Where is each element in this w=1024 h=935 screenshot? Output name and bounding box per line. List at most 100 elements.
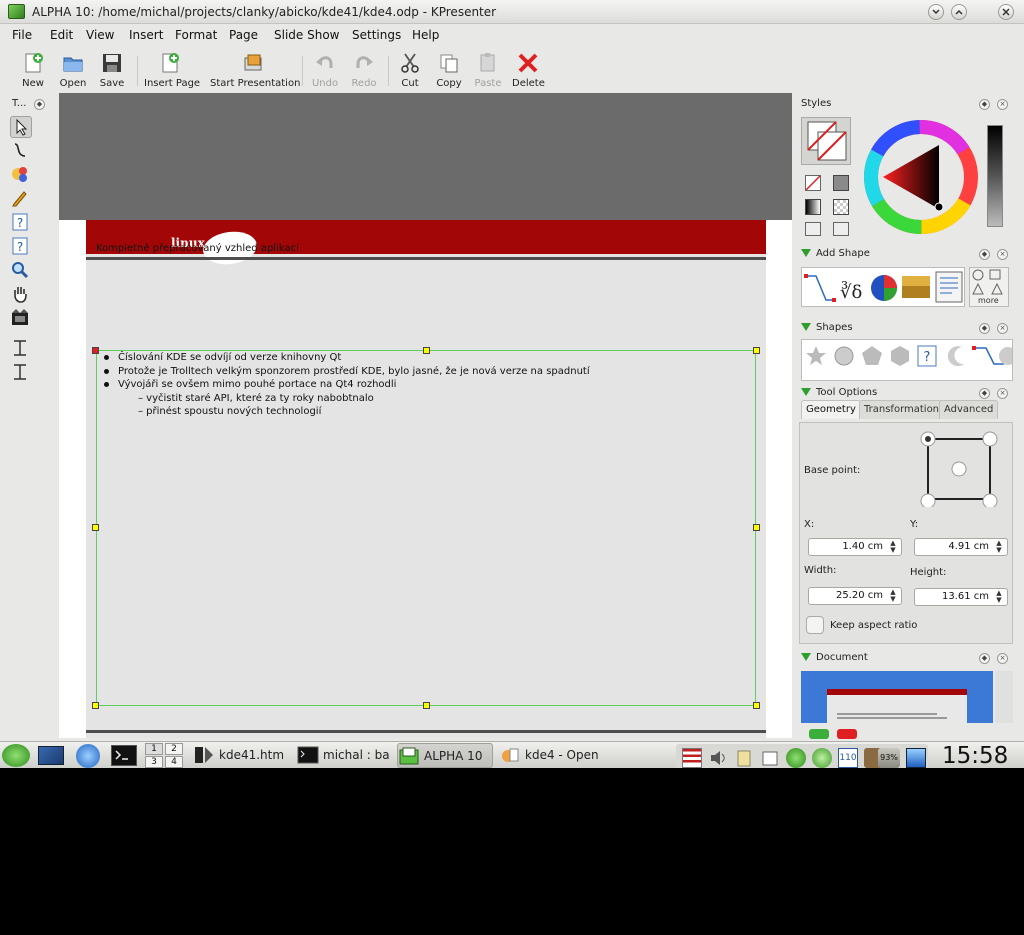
collapse-triangle-icon[interactable] bbox=[801, 388, 811, 396]
slide-thumbnail[interactable] bbox=[827, 689, 967, 723]
show-desktop-button[interactable] bbox=[38, 746, 64, 765]
tray-counter-badge[interactable]: 110 bbox=[838, 748, 858, 768]
text-shape[interactable] bbox=[935, 271, 963, 303]
collapse-triangle-icon[interactable] bbox=[801, 653, 811, 661]
spin-arrows-icon[interactable]: ▲ ▼ bbox=[994, 540, 1004, 554]
display-icon[interactable] bbox=[906, 748, 926, 768]
add-slide-button[interactable] bbox=[809, 729, 829, 739]
shapes-float-button[interactable]: ◆ bbox=[979, 323, 990, 334]
slide-thumbnail-list[interactable] bbox=[801, 671, 993, 723]
paste-button[interactable]: Paste bbox=[473, 52, 503, 92]
alpha-slider[interactable] bbox=[987, 125, 1003, 227]
pager-desktop-4[interactable]: 4 bbox=[165, 756, 183, 768]
styles-close-button[interactable]: × bbox=[997, 99, 1008, 110]
delete-button[interactable]: Delete bbox=[512, 52, 545, 92]
selection-frame[interactable] bbox=[96, 350, 756, 706]
base-point-center[interactable] bbox=[951, 461, 967, 477]
clock[interactable]: 15:58 bbox=[942, 743, 1008, 769]
resize-handle-top[interactable] bbox=[423, 347, 430, 354]
task-kde41-htm[interactable]: kde41.htm bbox=[193, 743, 289, 768]
resize-handle-top-right[interactable] bbox=[753, 347, 760, 354]
resize-handle-bottom-left[interactable] bbox=[92, 702, 99, 709]
menu-file[interactable]: File bbox=[12, 28, 32, 42]
resize-handle-bottom[interactable] bbox=[423, 702, 430, 709]
task-michal-terminal[interactable]: michal : ba bbox=[297, 743, 393, 768]
pager-desktop-2[interactable]: 2 bbox=[165, 743, 183, 755]
collapse-triangle-icon[interactable] bbox=[801, 249, 811, 257]
globe-icon[interactable] bbox=[76, 744, 100, 768]
document-scrollbar[interactable] bbox=[995, 671, 1013, 723]
spin-arrows-icon[interactable]: ▲ ▼ bbox=[994, 590, 1004, 604]
menu-view[interactable]: View bbox=[86, 28, 114, 42]
network-icon[interactable] bbox=[812, 748, 832, 768]
menu-page[interactable]: Page bbox=[229, 28, 258, 42]
maximize-button[interactable] bbox=[951, 4, 967, 20]
moon-shape[interactable] bbox=[947, 346, 964, 367]
add-shape-close-button[interactable]: × bbox=[997, 249, 1008, 260]
resize-handle-left[interactable] bbox=[92, 524, 99, 531]
flower-shape[interactable] bbox=[834, 346, 854, 366]
pie-shape[interactable] bbox=[999, 347, 1013, 365]
menu-edit[interactable]: Edit bbox=[50, 28, 73, 42]
base-point-bottom-left[interactable] bbox=[920, 493, 936, 507]
slide-title[interactable]: Kompletně přepracovaný vzhled aplikací bbox=[96, 243, 299, 254]
height-input[interactable]: 13.61 cm ▲ ▼ bbox=[914, 588, 1008, 606]
start-presentation-button[interactable]: Start Presentation bbox=[210, 52, 300, 92]
gradient-button[interactable] bbox=[805, 199, 821, 215]
select-tool[interactable] bbox=[10, 116, 32, 138]
color-wheel[interactable] bbox=[863, 119, 979, 235]
stroke-fill-swatch[interactable] bbox=[801, 117, 851, 165]
close-button[interactable] bbox=[998, 4, 1014, 20]
menu-settings[interactable]: Settings bbox=[352, 28, 401, 42]
width-input[interactable]: 25.20 cm ▲ ▼ bbox=[808, 587, 902, 605]
copy-button[interactable]: Copy bbox=[434, 52, 464, 92]
pencil-tool[interactable] bbox=[10, 188, 32, 210]
tab-advanced[interactable]: Advanced bbox=[939, 400, 999, 419]
kpresenter-app-icon[interactable] bbox=[8, 4, 25, 19]
slide[interactable]: linux xalt Kompletně přepracovaný vzhled… bbox=[86, 220, 766, 738]
dock-float-button[interactable]: ◆ bbox=[34, 99, 45, 110]
stroke-button[interactable] bbox=[805, 222, 821, 236]
insert-page-button[interactable]: Insert Page bbox=[144, 52, 200, 92]
pattern-button[interactable] bbox=[833, 199, 849, 215]
animation-tool[interactable] bbox=[10, 308, 32, 330]
task-openoffice[interactable]: kde4 - Open bbox=[499, 743, 599, 768]
tab-geometry[interactable]: Geometry bbox=[801, 400, 861, 419]
open-button[interactable]: Open bbox=[58, 52, 88, 92]
star-shape[interactable] bbox=[806, 346, 826, 365]
add-shape-float-button[interactable]: ◆ bbox=[979, 249, 990, 260]
no-color-button[interactable] bbox=[805, 175, 821, 191]
text-tool-2[interactable] bbox=[10, 362, 32, 384]
clipboard-icon[interactable] bbox=[734, 748, 754, 768]
chart-shape[interactable] bbox=[871, 275, 897, 301]
remove-slide-button[interactable] bbox=[837, 729, 857, 739]
styles-float-button[interactable]: ◆ bbox=[979, 99, 990, 110]
tool-options-close-button[interactable]: × bbox=[997, 388, 1008, 399]
base-point-top-right[interactable] bbox=[982, 431, 998, 447]
solid-color-button[interactable] bbox=[833, 175, 849, 191]
collapse-triangle-icon[interactable] bbox=[801, 323, 811, 331]
help-tool-2[interactable]: ? bbox=[10, 236, 32, 258]
connector-shape[interactable] bbox=[804, 274, 836, 302]
cut-button[interactable]: Cut bbox=[396, 52, 424, 92]
resize-handle-right[interactable] bbox=[753, 524, 760, 531]
menu-format[interactable]: Format bbox=[175, 28, 217, 42]
pager-desktop-3[interactable]: 3 bbox=[145, 756, 163, 768]
base-point-bottom-right[interactable] bbox=[982, 493, 998, 507]
path-tool[interactable] bbox=[10, 140, 32, 162]
terminal-launcher[interactable] bbox=[111, 745, 137, 766]
pager-desktop-1[interactable]: 1 bbox=[145, 743, 163, 755]
menu-help[interactable]: Help bbox=[412, 28, 439, 42]
slide-canvas[interactable]: linux xalt Kompletně přepracovaný vzhled… bbox=[59, 93, 792, 738]
pan-tool[interactable] bbox=[10, 284, 32, 306]
resize-handle-bottom-right[interactable] bbox=[753, 702, 760, 709]
formula-shape[interactable]: ∛δ bbox=[840, 281, 862, 303]
task-kpresenter[interactable]: ALPHA 10 bbox=[397, 743, 493, 768]
fill-button[interactable] bbox=[833, 222, 849, 236]
new-button[interactable]: New bbox=[18, 52, 48, 92]
undo-button[interactable]: Undo bbox=[310, 52, 340, 92]
spin-arrows-icon[interactable]: ▲ ▼ bbox=[888, 589, 898, 603]
document-float-button[interactable]: ◆ bbox=[979, 653, 990, 664]
more-shapes-button[interactable]: more bbox=[969, 267, 1009, 307]
menu-insert[interactable]: Insert bbox=[129, 28, 163, 42]
